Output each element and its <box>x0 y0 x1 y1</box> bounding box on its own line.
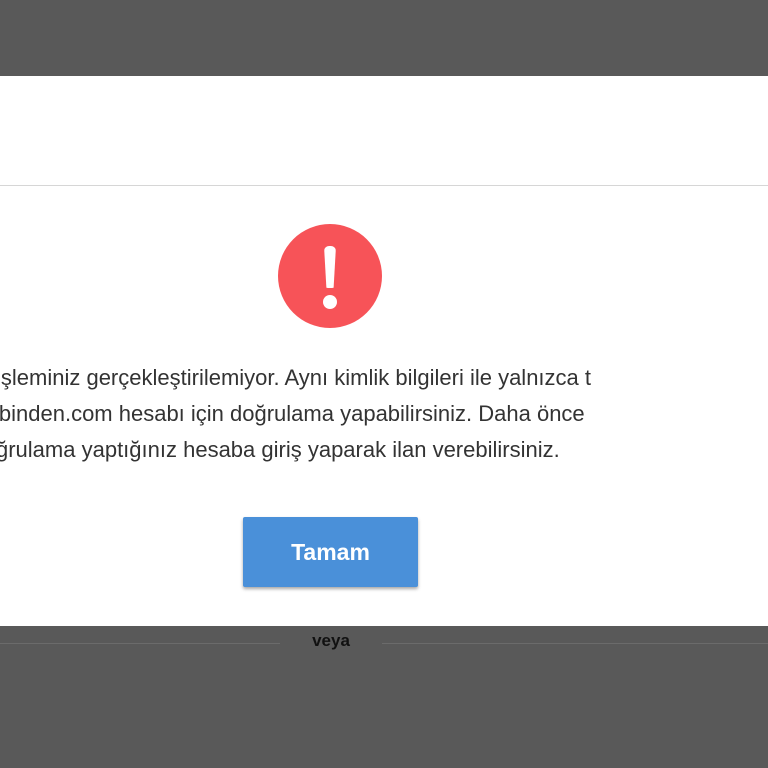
dialog-message: işleminiz gerçekleştirilemiyor. Aynı kim… <box>0 365 768 475</box>
separator-text: veya <box>312 631 350 650</box>
message-line-3: ğrulama yaptığınız hesaba giriş yaparak … <box>0 437 560 462</box>
exclamation-dot <box>323 295 337 309</box>
exclamation-bar <box>324 246 336 288</box>
exclamation-icon <box>278 224 382 328</box>
message-line-1: işleminiz gerçekleştirilemiyor. Aynı kim… <box>0 365 591 390</box>
error-dialog: işleminiz gerçekleştirilemiyor. Aynı kim… <box>0 76 768 626</box>
message-line-2: ibinden.com hesabı için doğrulama yapabi… <box>0 401 585 426</box>
page-backdrop: işleminiz gerçekleştirilemiyor. Aynı kim… <box>0 0 768 768</box>
ok-button[interactable]: Tamam <box>243 517 418 587</box>
dialog-header <box>0 76 768 186</box>
